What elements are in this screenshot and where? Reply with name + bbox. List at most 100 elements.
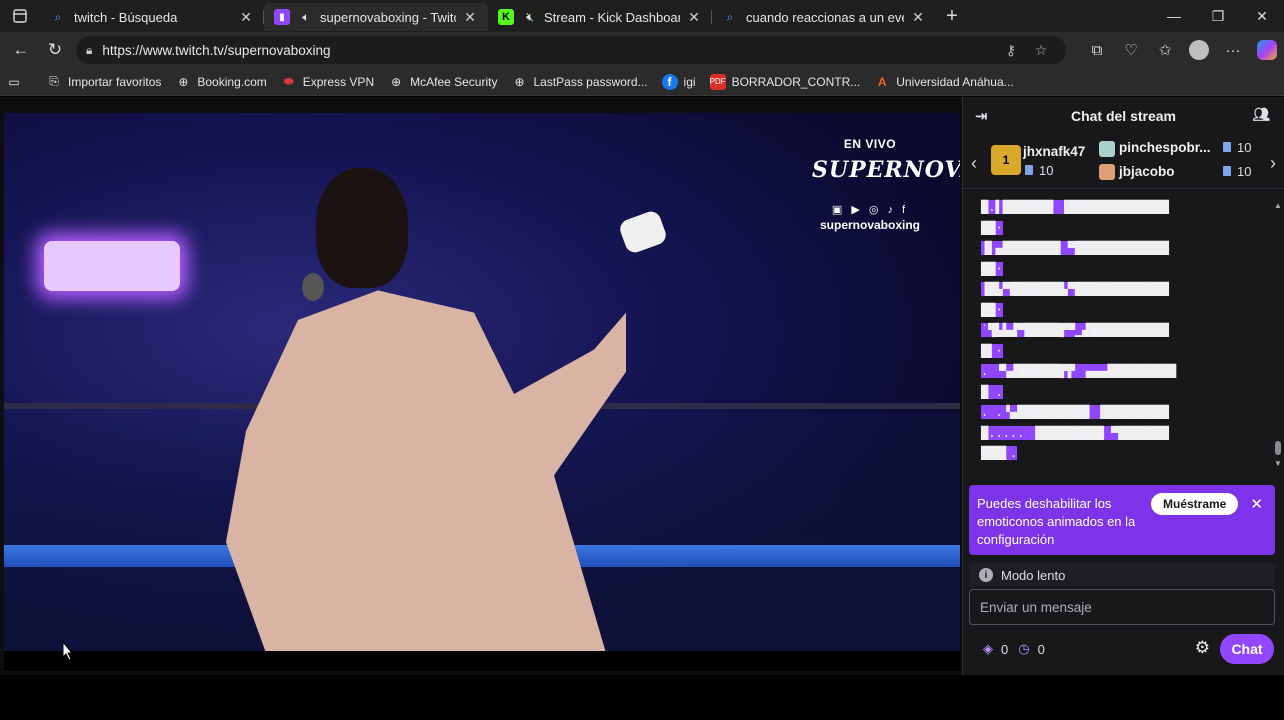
chat-scrollbar[interactable]: ▲ ▼ [1274, 201, 1282, 471]
chevron-left-icon[interactable]: ‹ [971, 153, 977, 174]
url-text[interactable]: https://www.twitch.tv/supernovaboxing [102, 43, 996, 58]
anahuac-icon: A [877, 74, 887, 89]
bookmark-mcafee[interactable]: ⊕ McAfee Security [388, 74, 497, 90]
bookmark-label: Importar favoritos [68, 74, 162, 89]
globe-icon: ⊕ [178, 74, 189, 89]
profile-avatar[interactable] [1189, 40, 1209, 60]
channel-handle: supernovaboxing [819, 218, 920, 232]
reload-button[interactable]: ↻ [38, 35, 72, 65]
chat-ascii-line: . ▝▚▟██████▛▛ ▗▄▄▟█████████ [981, 364, 1177, 378]
gifter-avatar-icon [1099, 164, 1115, 180]
gift-icon [1025, 165, 1033, 175]
chat-ascii-line: ██· [981, 302, 1003, 317]
copilot-icon[interactable] [1257, 40, 1277, 60]
info-icon: i [979, 568, 993, 582]
chat-ascii-line: . .▝▄██████████ ▐█████████ [981, 405, 1169, 419]
tab-actions-button[interactable] [0, 0, 40, 32]
bookmark-label: McAfee Security [410, 74, 498, 89]
toolbar-right: ⧉ ♡ ✩ ··· [1080, 32, 1284, 68]
chat-header: ⇥ Chat del stream 👥︎ [963, 97, 1284, 135]
search-icon: ⌕ [726, 9, 734, 24]
chevron-right-icon[interactable]: › [1270, 153, 1276, 174]
video-player[interactable]: EN VIVO SUPERNOVA ▣ ▶ ◎ ♪ f supernovabox… [4, 113, 960, 651]
chat-input-placeholder: Enviar un mensaje [980, 599, 1092, 615]
gift-icon [1223, 166, 1231, 176]
plus-icon: + [946, 4, 958, 27]
more-options-icon[interactable]: ··· [1216, 35, 1250, 65]
speaker-icon[interactable]: 🔈︎ [298, 9, 314, 25]
performance-icon[interactable]: ♡ [1114, 35, 1148, 65]
maximize-button[interactable]: ❐ [1196, 0, 1240, 32]
animated-emotes-notice: Puedes deshabilitar los emoticonos anima… [969, 485, 1275, 555]
close-notice-icon[interactable]: ✕ [1250, 495, 1263, 513]
close-tab-icon[interactable]: ✕ [910, 9, 926, 25]
tab-actions-icon [13, 9, 27, 23]
chat-ascii-line: ▐█▙▀███████▙▀█████████████ [981, 282, 1169, 296]
channel-points-count: 0 [1001, 641, 1009, 657]
tab-title: Stream - Kick Dashboard [544, 9, 680, 25]
bookmark-label: Booking.com [197, 74, 267, 89]
address-bar[interactable]: 🔒︎ https://www.twitch.tv/supernovaboxing… [76, 36, 1066, 64]
close-tab-icon[interactable]: ✕ [238, 9, 254, 25]
bookmark-import[interactable]: ⎘ Importar favoritos [46, 74, 161, 90]
tab-title: cuando reaccionas a un evento en [746, 9, 904, 25]
bookmark-borrador[interactable]: PDF BORRADOR_CONTR... [709, 73, 861, 90]
extensions-icon[interactable]: ⧉ [1080, 35, 1114, 65]
key-icon[interactable]: ⚷ [996, 38, 1026, 62]
gifter-avatar-icon [1099, 141, 1115, 157]
scroll-thumb[interactable] [1275, 441, 1281, 455]
gifter-name[interactable]: jbjacobo [1119, 164, 1175, 179]
chat-settings-gear-icon[interactable]: ⚙ [1195, 638, 1210, 658]
browser-toolbar: ← ↻ 🔒︎ https://www.twitch.tv/supernovabo… [0, 32, 1284, 68]
close-tab-icon[interactable]: ✕ [686, 9, 702, 25]
chat-ascii-line: █.▌███████ ▐██████████████ [981, 200, 1169, 214]
globe-icon: ⊕ [514, 74, 525, 89]
gift-count: 10 [1025, 163, 1053, 178]
tab-twitch-search[interactable]: ⌕ twitch - Búsqueda ✕ [40, 3, 264, 31]
channel-points[interactable]: ◈ 0 ◷ 0 [983, 641, 1045, 657]
bookmark-anahuac[interactable]: A Universidad Anáhua... [874, 74, 1014, 90]
chat-ascii-line: ▐▌▄████████ ▀█████████████ [981, 241, 1169, 255]
tab-supernovaboxing[interactable]: ▮ 🔈︎ supernovaboxing - Twitch ✕ [264, 3, 488, 31]
close-tab-icon[interactable]: ✕ [462, 9, 478, 25]
timer-count: 0 [1037, 641, 1045, 657]
notice-text: Puedes deshabilitar los emoticonos anima… [977, 496, 1136, 547]
bookmark-label: Express VPN [302, 74, 375, 89]
lock-icon: 🔒︎ [86, 42, 93, 57]
gift-count: 10 [1223, 140, 1251, 155]
chat-message-input[interactable]: Enviar un mensaje [969, 589, 1275, 625]
favorites-icon[interactable]: ✩ [1148, 35, 1182, 65]
minimize-button[interactable]: — [1152, 0, 1196, 32]
show-me-button[interactable]: Muéstrame [1151, 493, 1239, 515]
collapse-chat-icon[interactable]: ⇥ [975, 107, 988, 125]
gifter-name[interactable]: jhxnafk47 [1023, 144, 1085, 159]
bookmarks-menu-icon[interactable]: ▭ [6, 74, 32, 90]
bookmark-expressvpn[interactable]: ⬬ Express VPN [281, 74, 374, 90]
chat-ascii-line: ██· [981, 220, 1003, 235]
tab-kick-dashboard[interactable]: K 🔇︎ Stream - Kick Dashboard ✕ [488, 3, 712, 31]
microphone [302, 273, 324, 301]
bookmark-lastpass[interactable]: ⊕ LastPass password... [511, 74, 647, 90]
bookmark-booking[interactable]: ⊕ Booking.com [175, 74, 266, 90]
bookmark-igi[interactable]: f igi [661, 73, 696, 90]
speaker-head [316, 168, 408, 288]
community-icon[interactable]: 👥︎ [1252, 106, 1270, 123]
scroll-down-icon[interactable]: ▼ [1274, 459, 1282, 468]
scroll-up-icon[interactable]: ▲ [1274, 201, 1282, 210]
send-chat-button[interactable]: Chat [1220, 634, 1274, 664]
new-tab-button[interactable]: + [936, 2, 968, 30]
tab-cuando-reaccionas[interactable]: ⌕ cuando reaccionas a un evento en ✕ [712, 3, 936, 31]
close-window-button[interactable]: ✕ [1240, 0, 1284, 32]
chat-title: Chat del stream [1070, 108, 1177, 124]
bookmark-label: BORRADOR_CONTR... [731, 74, 861, 89]
back-button[interactable]: ← [4, 35, 38, 65]
chat-messages[interactable]: █.▌███████ ▐██████████████ ██· ▐▌▄██████… [963, 197, 1273, 467]
gifter-name[interactable]: pinchespobr... [1119, 140, 1211, 155]
slow-mode-banner: i Modo lento [969, 563, 1275, 587]
tab-title: twitch - Búsqueda [74, 9, 178, 25]
muted-speaker-icon[interactable]: 🔇︎ [522, 9, 538, 25]
expressvpn-icon: ⬬ [283, 74, 294, 88]
favorite-star-icon[interactable]: ☆ [1026, 38, 1056, 62]
chat-ascii-line: █ . [981, 384, 1003, 399]
bookmark-label: LastPass password... [533, 74, 648, 89]
